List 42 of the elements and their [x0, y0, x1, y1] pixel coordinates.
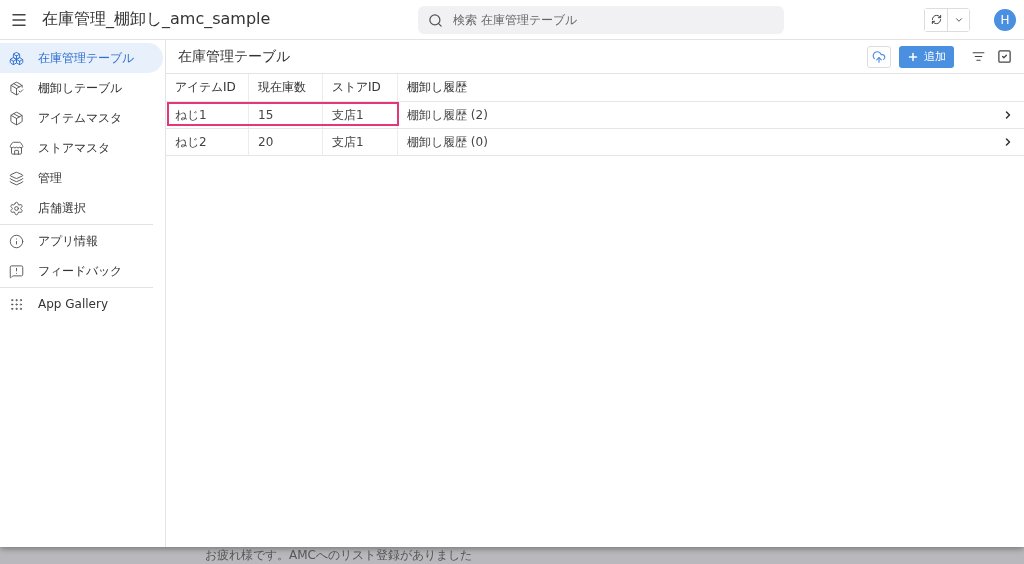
table-cell-text: 棚卸し履歴 (2)	[406, 106, 489, 124]
table-cell: ねじ1	[166, 102, 249, 128]
sidebar-item[interactable]: フィードバック	[0, 256, 153, 286]
feedback-icon	[9, 263, 24, 279]
upload-button[interactable]	[867, 45, 891, 68]
column-header[interactable]: アイテムID	[166, 74, 249, 101]
background-text: お疲れ様です。AMCへのリスト登録がありました	[205, 547, 472, 564]
package-icon	[9, 110, 24, 126]
filter-icon	[972, 50, 985, 63]
select-button[interactable]	[995, 47, 1014, 66]
table-cell: 支店1	[323, 129, 398, 155]
sidebar-item[interactable]: 店舗選択	[0, 193, 153, 223]
cloud-upload-icon	[872, 49, 886, 64]
column-header[interactable]: 現在庫数	[249, 74, 323, 101]
sidebar-item[interactable]: アプリ情報	[0, 226, 153, 256]
sidebar-item[interactable]: アイテムマスタ	[0, 103, 153, 133]
search-field[interactable]: 検索 在庫管理テーブル	[418, 5, 784, 34]
plus-icon	[907, 50, 919, 63]
table-cell: 15	[249, 102, 323, 128]
store-icon	[9, 140, 24, 156]
sidebar-item[interactable]: 棚卸しテーブル	[0, 73, 153, 103]
box-check-icon	[9, 80, 24, 96]
settings-icon	[9, 200, 24, 216]
boxes-icon	[9, 50, 24, 66]
sync-icon	[930, 14, 942, 25]
table-cell: 20	[249, 129, 323, 155]
sidebar-item[interactable]: 管理	[0, 163, 153, 193]
grid-icon	[9, 296, 24, 312]
table-cell: 支店1	[323, 102, 398, 128]
sidebar-item[interactable]: ストアマスタ	[0, 133, 153, 163]
search-icon	[428, 12, 443, 28]
column-header[interactable]: ストアID	[323, 74, 398, 101]
column-header[interactable]: 棚卸し履歴	[398, 74, 1002, 101]
sidebar-item[interactable]: App Gallery	[0, 289, 153, 319]
app-title: 在庫管理_棚卸し_amc_sample	[42, 9, 272, 30]
sidebar-item[interactable]: 在庫管理テーブル	[0, 43, 163, 73]
view-title: 在庫管理テーブル	[178, 47, 290, 66]
checkbox-icon	[997, 49, 1012, 64]
table-cell-text: 棚卸し履歴 (0)	[406, 133, 489, 151]
layers-icon	[9, 170, 24, 186]
table-cell: ねじ2	[166, 129, 249, 155]
info-icon	[9, 233, 24, 249]
